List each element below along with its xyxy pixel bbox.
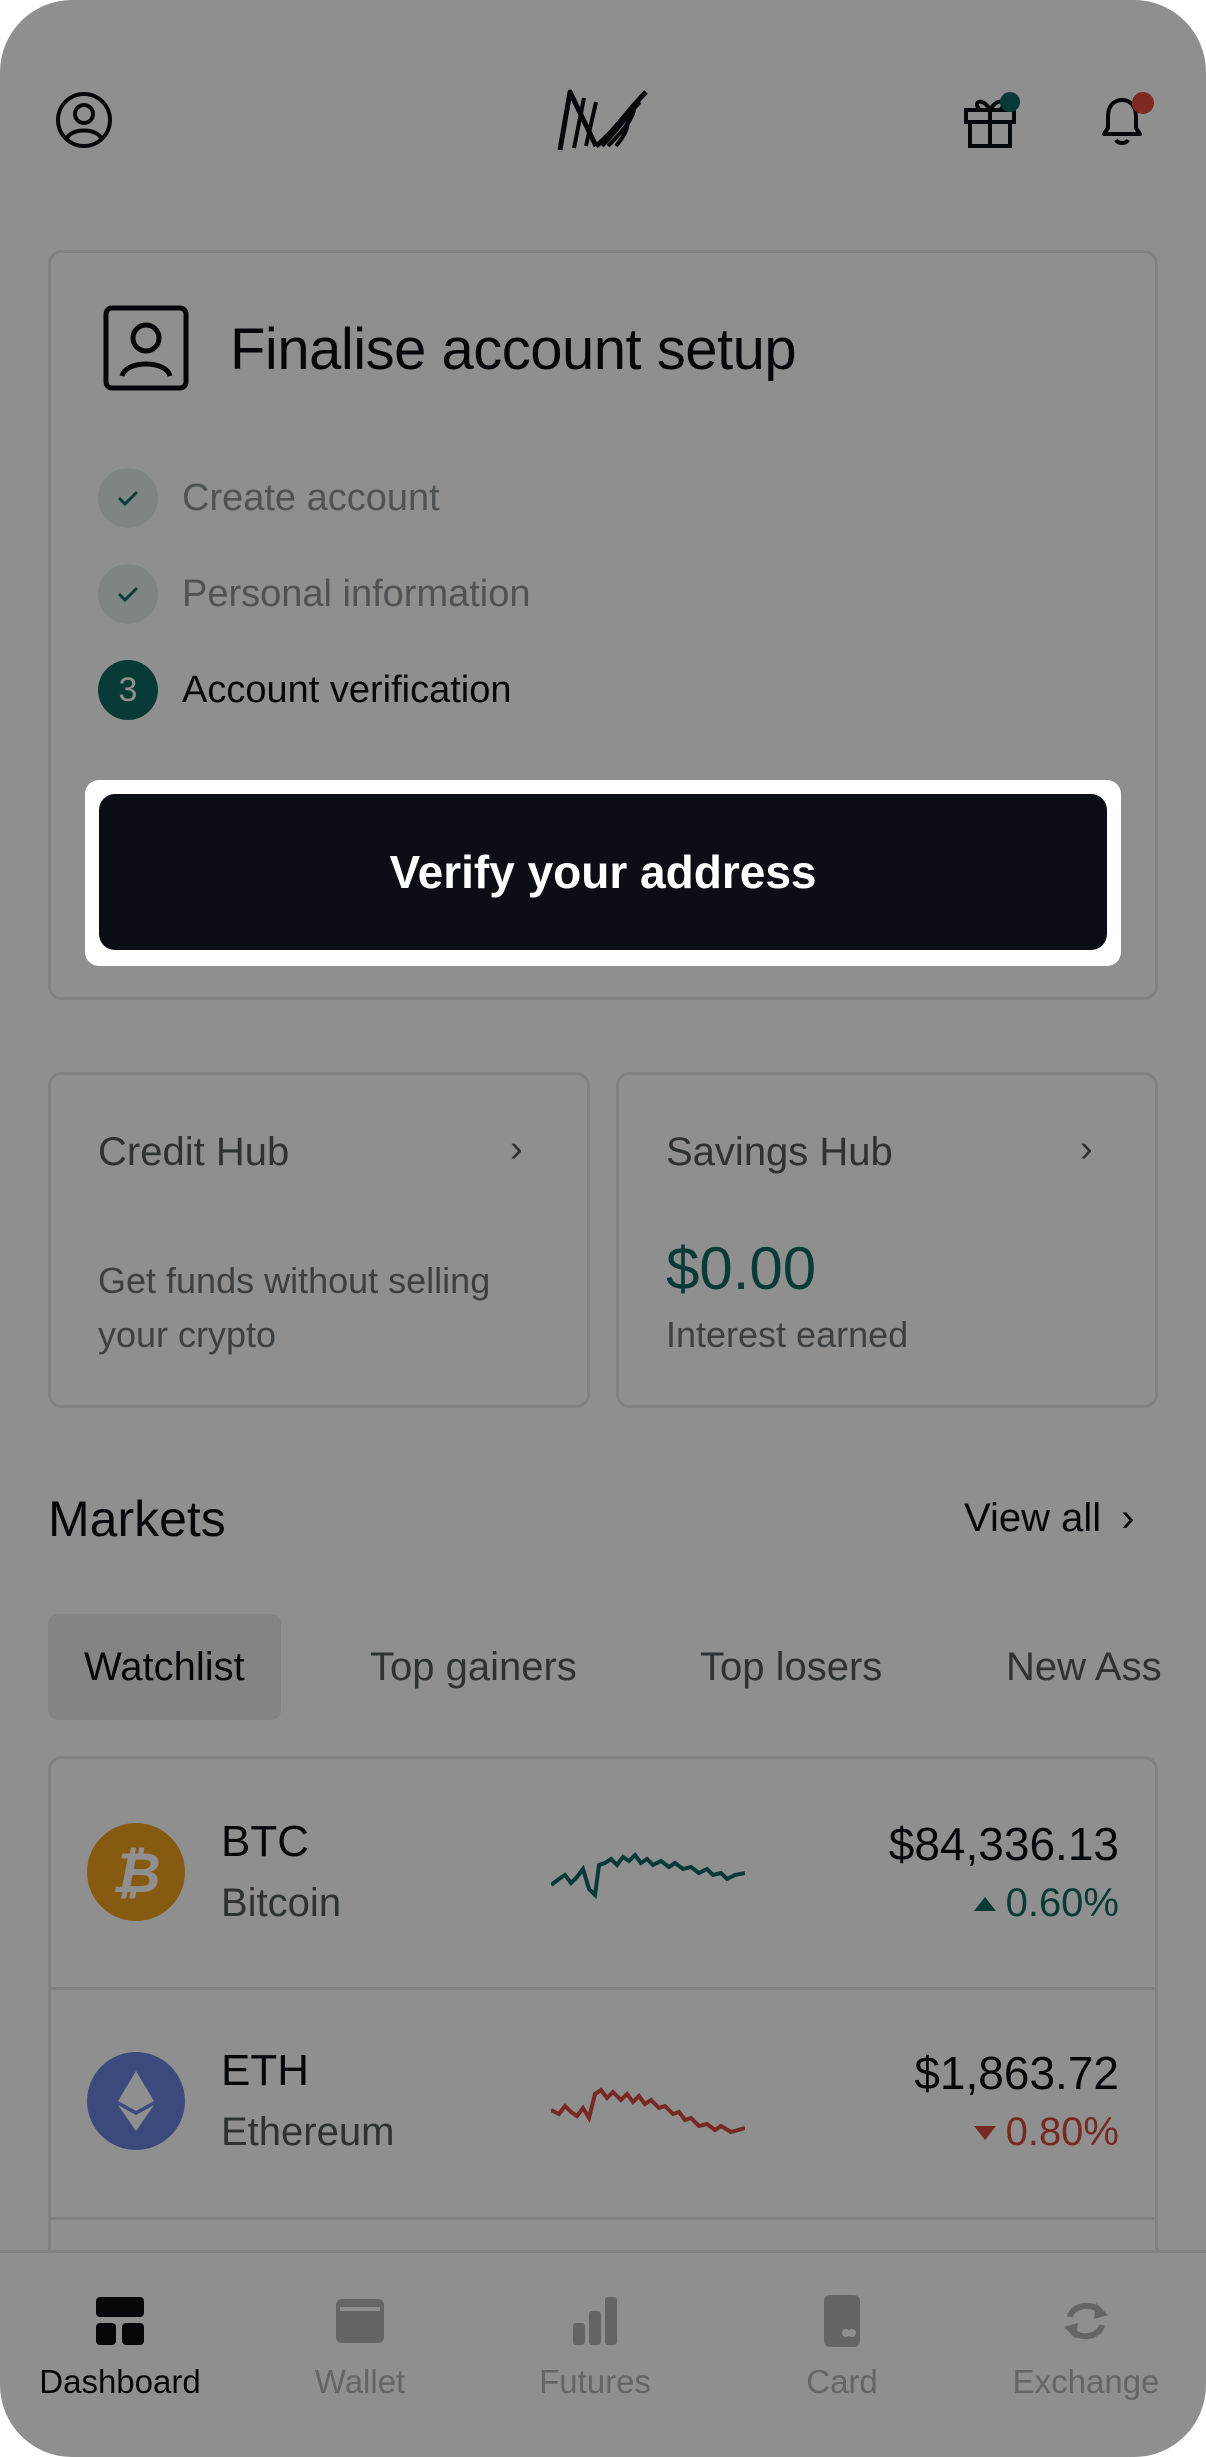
nav-label: Wallet [314, 2363, 406, 2400]
tab-new-assets[interactable]: New Ass [1006, 1614, 1162, 1720]
credit-hub-description: Get funds without selling your crypto [98, 1254, 490, 1362]
view-all-label: View all [964, 1496, 1102, 1540]
bitcoin-icon: ₿ [87, 1823, 185, 1921]
nav-card[interactable]: Card [722, 2293, 962, 2401]
caret-up-icon [973, 1896, 996, 1911]
caret-down-icon [973, 2125, 996, 2140]
savings-hub-title: Savings Hub [666, 1130, 893, 1174]
nav-label: Exchange [1012, 2363, 1160, 2400]
bottom-nav: Dashboard Wallet Futures Card Exchange [0, 2250, 1206, 2457]
market-row-btc[interactable]: ₿ BTC Bitcoin $84,336.13 0.60% [51, 1759, 1155, 1987]
nav-dashboard[interactable]: Dashboard [0, 2293, 240, 2401]
step-label: Account verification [182, 668, 512, 711]
top-bar [0, 0, 1206, 220]
coin-change: 0.60% [972, 1881, 1119, 1926]
coin-name: Bitcoin [221, 1881, 342, 1925]
bell-icon[interactable] [1090, 88, 1154, 152]
setup-title: Finalise account setup [230, 317, 797, 382]
verify-address-button[interactable]: Verify your address [99, 794, 1107, 950]
credit-hub-title: Credit Hub [98, 1130, 290, 1174]
nav-label: Dashboard [39, 2363, 201, 2400]
wallet-icon [336, 2299, 384, 2343]
nav-futures[interactable]: Futures [475, 2293, 715, 2401]
app-screen: Finalise account setup Create account Pe… [0, 0, 1206, 2457]
step-personal-information: Personal information [98, 564, 531, 624]
gift-badge-dot [1000, 92, 1020, 112]
tab-watchlist[interactable]: Watchlist [48, 1614, 281, 1720]
id-card-icon [102, 304, 190, 392]
coin-change: 0.80% [972, 2110, 1119, 2155]
exchange-icon [1064, 2302, 1108, 2340]
credit-hub-description-line2: your crypto [98, 1314, 277, 1355]
tab-top-gainers[interactable]: Top gainers [370, 1614, 577, 1720]
credit-hub-description-line1: Get funds without selling [98, 1260, 491, 1301]
nav-label: Card [806, 2363, 878, 2400]
nav-wallet[interactable]: Wallet [240, 2293, 480, 2401]
nav-label: Futures [539, 2363, 651, 2400]
savings-value: $0.00 [666, 1235, 817, 1302]
step-create-account: Create account [98, 468, 440, 528]
user-circle-icon[interactable] [52, 88, 116, 152]
step-account-verification: 3 Account verification [98, 660, 512, 720]
brand-logo [556, 84, 652, 156]
chevron-right-icon: › [1080, 1128, 1093, 1170]
coin-symbol: BTC [221, 1817, 309, 1866]
markets-title: Markets [48, 1491, 226, 1547]
coin-symbol: ETH [221, 2046, 309, 2095]
gift-icon[interactable] [958, 88, 1022, 152]
coin-name: Ethereum [221, 2110, 395, 2154]
row-divider [51, 2217, 1155, 2220]
coin-change-value: 0.80% [1005, 2110, 1119, 2154]
verify-button-highlight: Verify your address [85, 780, 1121, 966]
tab-top-losers[interactable]: Top losers [700, 1614, 882, 1720]
check-icon [98, 468, 158, 528]
savings-caption: Interest earned [666, 1314, 909, 1355]
nav-exchange[interactable]: Exchange [966, 2293, 1206, 2401]
markets-tabs: Watchlist Top gainers Top losers New Ass [48, 1614, 1206, 1720]
card-icon [824, 2295, 860, 2347]
bar-chart-icon [573, 2297, 617, 2345]
check-icon [98, 564, 158, 624]
notification-badge-dot [1132, 92, 1154, 114]
ethereum-icon [87, 2052, 185, 2150]
coin-price: $84,336.13 [888, 1818, 1119, 1870]
coin-change-value: 0.60% [1005, 1881, 1119, 1925]
chevron-right-icon: › [510, 1128, 523, 1170]
market-row-eth[interactable]: ETH Ethereum $1,863.72 0.80% [51, 1990, 1155, 2218]
step-number: 3 [98, 660, 158, 720]
step-label: Personal information [182, 572, 531, 615]
coin-price: $1,863.72 [914, 2047, 1119, 2099]
eth-sparkline [551, 2087, 745, 2135]
step-label: Create account [182, 476, 440, 519]
dashboard-icon [96, 2297, 144, 2345]
btc-sparkline [551, 1851, 745, 1900]
chevron-right-icon: › [1121, 1496, 1135, 1540]
view-all-link[interactable]: View all › [964, 1496, 1134, 1541]
